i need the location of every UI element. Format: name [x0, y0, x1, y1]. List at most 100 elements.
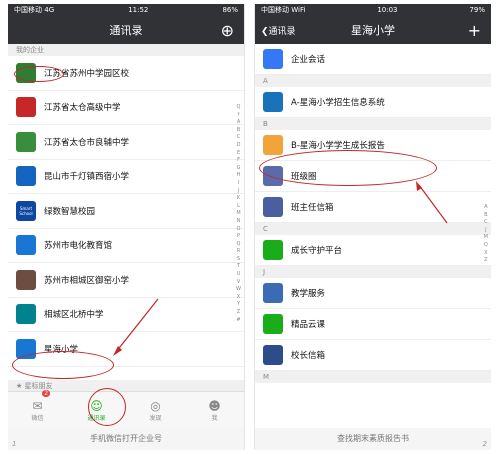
list-item-label: 星海小学: [44, 344, 79, 355]
index-letter[interactable]: J: [485, 227, 486, 235]
caption-text: 查找期末素质报告书: [337, 434, 409, 443]
photo-icon: [263, 166, 283, 186]
tab-compass[interactable]: ◎ 发现: [126, 392, 185, 428]
status-time: 11:52: [128, 6, 149, 14]
index-letter[interactable]: F: [237, 157, 240, 165]
right-phone-screenshot: 中国移动 WiFi 10:03 79% ❮通讯录 星海小学 + 企业会话 A A-星…: [254, 4, 491, 450]
carrier-label: 中国移动: [14, 6, 42, 14]
index-letter[interactable]: C: [237, 134, 241, 142]
index-letter[interactable]: M: [484, 234, 488, 242]
nav-bar: 通讯录 ⊕: [8, 16, 244, 44]
index-letter[interactable]: S: [237, 256, 240, 264]
index-letter[interactable]: C: [484, 219, 488, 227]
index-letter[interactable]: Q: [237, 104, 241, 112]
index-letter[interactable]: N: [237, 218, 241, 226]
index-letter[interactable]: V: [237, 279, 240, 287]
index-letter[interactable]: P: [237, 233, 240, 241]
index-letter[interactable]: D: [237, 142, 241, 150]
tab-label: 我: [211, 414, 218, 422]
index-letter[interactable]: H: [237, 172, 241, 180]
list-item[interactable]: 苏州市电化教育馆: [8, 229, 244, 263]
index-letter[interactable]: Y: [237, 301, 240, 309]
school-logo-icon: [16, 131, 36, 152]
plus-icon[interactable]: +: [468, 21, 481, 40]
alphabet-index[interactable]: Q ↑ A B C D E F G H I J K L M N O P Q R S T U V W X Y Z #: [236, 104, 241, 324]
nav-bar: ❮通讯录 星海小学 +: [255, 16, 491, 44]
index-letter[interactable]: R: [237, 248, 240, 256]
index-letter[interactable]: U: [237, 271, 241, 279]
list-item[interactable]: 教学服务: [255, 278, 491, 309]
list-item[interactable]: 企业会话: [255, 44, 491, 75]
page-title: 通讯录: [109, 24, 143, 37]
index-letter[interactable]: A: [484, 204, 487, 212]
section-letter: J: [263, 268, 266, 276]
left-phone-screenshot: 中国移动 4G 11:52 86% 通讯录 ⊕ 我的企业 江苏省苏州中学园区校江…: [8, 4, 245, 450]
index-letter[interactable]: Z: [237, 309, 240, 317]
tab-chat[interactable]: ✉ 微信 2: [8, 390, 67, 428]
list-item[interactable]: 精品云课: [255, 309, 491, 340]
list-item[interactable]: 江苏省太仓市良辅中学: [8, 125, 244, 160]
list-item[interactable]: 江苏省太仓高级中学: [8, 91, 244, 125]
index-letter[interactable]: A: [237, 119, 240, 127]
status-bar: 中国移动 WiFi 10:03 79%: [255, 4, 491, 16]
index-letter[interactable]: K: [237, 195, 240, 203]
index-letter[interactable]: M: [236, 210, 240, 218]
list-item[interactable]: 昆山市千灯镇西宿小学: [8, 160, 244, 194]
index-letter[interactable]: ↑: [236, 112, 240, 120]
list-item-label: A-星海小学招生信息系统: [291, 98, 385, 108]
school-logo-icon: [16, 62, 36, 83]
list-item[interactable]: 班级圈: [255, 161, 491, 192]
index-letter[interactable]: Z: [484, 257, 487, 265]
network-label: WiFi: [291, 6, 306, 14]
index-letter[interactable]: O: [237, 226, 241, 234]
unread-badge: 2: [42, 390, 51, 397]
index-letter[interactable]: X: [484, 250, 487, 258]
section-header: 我的企业: [8, 44, 244, 56]
list-item-label: 昆山市千灯镇西宿小学: [44, 172, 130, 183]
caption: 查找期末素质报告书: [255, 428, 491, 450]
list-item[interactable]: Smart School 绿数智慧校园: [8, 194, 244, 229]
index-letter[interactable]: B: [237, 127, 240, 135]
index-letter[interactable]: Q: [484, 242, 488, 250]
back-button[interactable]: ❮通讯录: [261, 24, 296, 37]
list-item[interactable]: 江苏省苏州中学园区校: [8, 56, 244, 91]
index-letter[interactable]: G: [237, 165, 241, 173]
section-letter: M: [263, 373, 270, 381]
list-item[interactable]: 苏州市相城区御窑小学: [8, 263, 244, 298]
annotation-arrow: [113, 298, 159, 356]
page-number: 2: [482, 440, 487, 448]
list-item[interactable]: 校长信箱: [255, 340, 491, 371]
list-item[interactable]: B-星海小学学生成长报告: [255, 130, 491, 161]
section-label: 我的企业: [16, 46, 44, 54]
tab-person[interactable]: ☻ 我: [185, 392, 244, 428]
tab-label: 通讯录: [87, 414, 106, 422]
index-letter[interactable]: B: [484, 212, 487, 220]
school-logo-icon: [16, 235, 36, 256]
list-item-label: 教学服务: [291, 289, 326, 299]
list-item[interactable]: 成长守护平台: [255, 235, 491, 266]
list-item[interactable]: 班主任信箱: [255, 192, 491, 223]
add-person-icon[interactable]: ⊕: [221, 21, 234, 40]
list-item-label: 苏州市电化教育馆: [44, 241, 113, 252]
person-icon: ☻: [208, 398, 221, 413]
index-letter[interactable]: L: [237, 203, 240, 211]
alphabet-index[interactable]: ABCJMQXZ: [484, 204, 488, 265]
list-item-label: B-星海小学学生成长报告: [291, 141, 385, 151]
section-header: J: [255, 266, 491, 278]
index-letter[interactable]: X: [237, 294, 240, 302]
mail-icon: [263, 345, 283, 365]
report-icon: [263, 135, 283, 155]
index-letter[interactable]: I: [238, 180, 239, 188]
chevron-left-icon: ❮: [261, 27, 269, 37]
index-letter[interactable]: T: [237, 263, 240, 271]
page-number: 1: [12, 440, 17, 448]
index-letter[interactable]: #: [236, 317, 240, 325]
index-letter[interactable]: Q: [237, 241, 241, 249]
list-item-label: 班主任信箱: [291, 203, 334, 213]
list-item[interactable]: A-星海小学招生信息系统: [255, 87, 491, 118]
index-letter[interactable]: J: [238, 188, 239, 196]
index-letter[interactable]: E: [237, 150, 240, 158]
index-letter[interactable]: W: [236, 286, 241, 294]
tab-contacts[interactable]: ☺ 通讯录: [67, 392, 126, 428]
list-item-label: 绿数智慧校园: [44, 206, 96, 217]
